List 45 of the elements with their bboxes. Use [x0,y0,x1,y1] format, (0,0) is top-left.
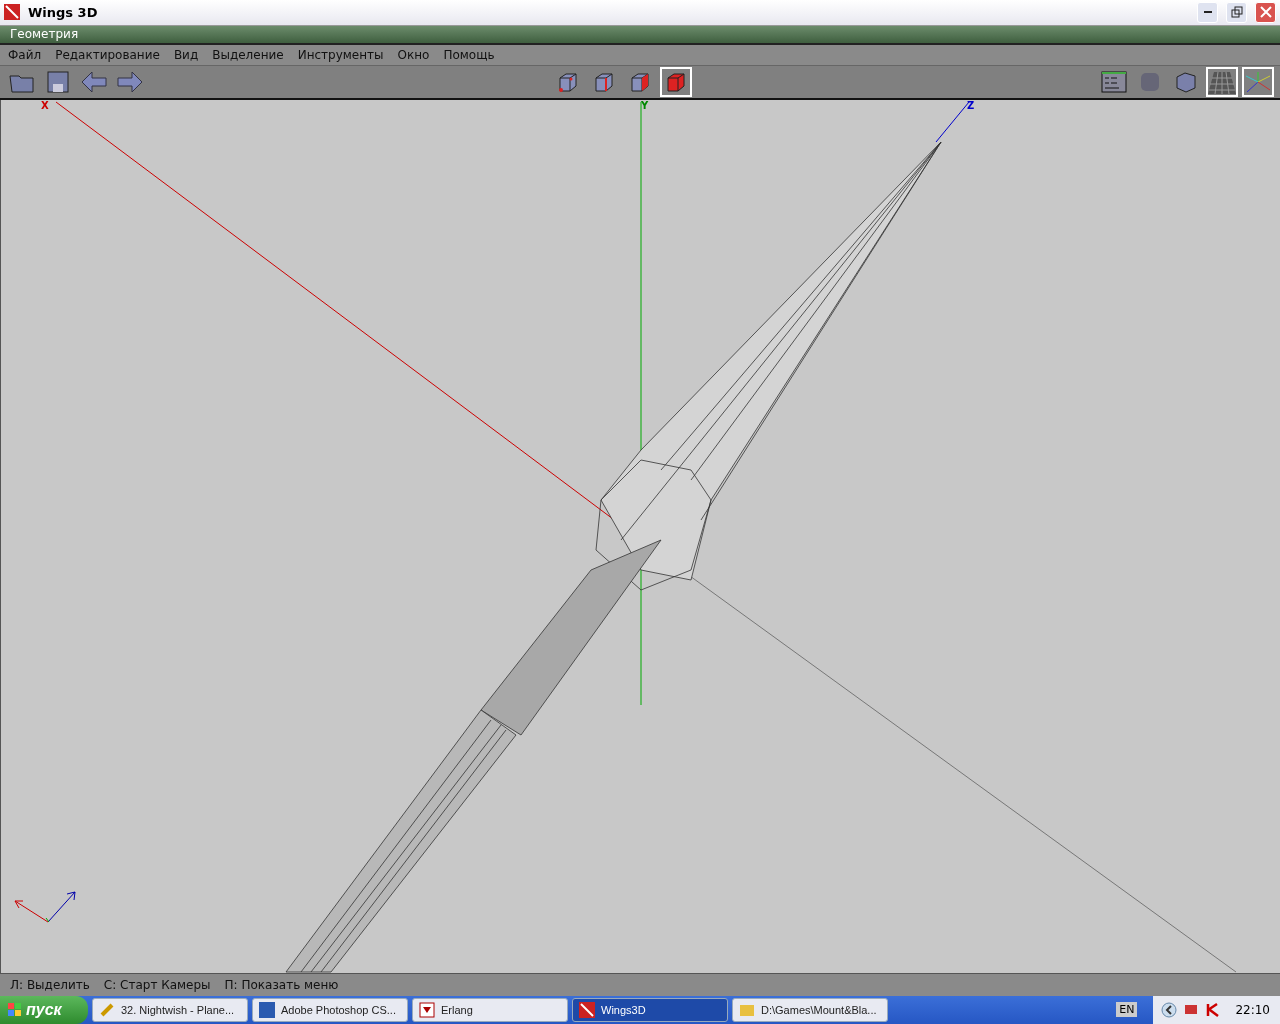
taskbar-button[interactable]: 32. Nightwish - Plane... [92,998,248,1022]
geometry-window-bar: Геометрия [0,25,1280,46]
right-arrow-icon [116,70,144,95]
start-button[interactable]: пуск [0,996,88,1024]
view-toggle-button[interactable] [1242,67,1274,98]
menu-item[interactable]: Редактирование [55,48,160,63]
axis-label: Y [641,100,649,112]
taskbar-button[interactable]: Wings3D [572,998,728,1022]
status-hint: С: Старт Камеры [103,978,211,993]
menu-item[interactable]: Помощь [443,48,495,63]
close-button[interactable] [1255,1,1276,23]
folder-icon [739,1002,755,1018]
restore-button[interactable] [1226,1,1247,23]
menu-item[interactable]: Вид [173,48,199,63]
erlang-logo-icon [419,1002,435,1018]
chevron-left-icon [1161,1002,1178,1018]
minimize-button[interactable] [1197,1,1218,23]
restore-icon [1230,6,1243,19]
taskbar-button[interactable]: Adobe Photoshop CS... [252,998,408,1022]
menu-item[interactable]: Выделение [212,48,284,63]
outliner-icon [1101,71,1127,94]
view-toggle-button[interactable] [1206,67,1238,98]
windows-logo-icon [8,1003,22,1017]
left-arrow-icon [80,70,108,95]
menu-item[interactable]: Файл [8,48,42,63]
taskbar-button[interactable]: D:\Games\Mount&Bla... [732,998,888,1022]
axis-label: Z [967,100,975,112]
cube-icon [1173,70,1199,95]
axis-gizmo-drawing [14,891,76,923]
minimize-icon [1203,11,1212,14]
status-hint: П: Показать меню [224,978,339,993]
language-indicator[interactable]: EN [1116,1002,1138,1018]
axes-icon [1244,70,1272,95]
grid-plane-icon [1208,70,1236,95]
axis-label: X [41,100,49,112]
wings-logo-icon [579,1002,595,1018]
status-hint: Л: Выделить [10,978,90,993]
wings-logo-icon [4,4,20,21]
taskbar-button[interactable]: Erlang [412,998,568,1022]
menu-item[interactable]: Инструменты [297,48,384,63]
selection-mode-button[interactable] [660,67,692,98]
window-title: Wings 3D [28,4,99,20]
menu-item[interactable]: Окно [397,48,430,63]
close-icon [1259,6,1272,19]
clock: 22:10 [1235,1003,1270,1017]
